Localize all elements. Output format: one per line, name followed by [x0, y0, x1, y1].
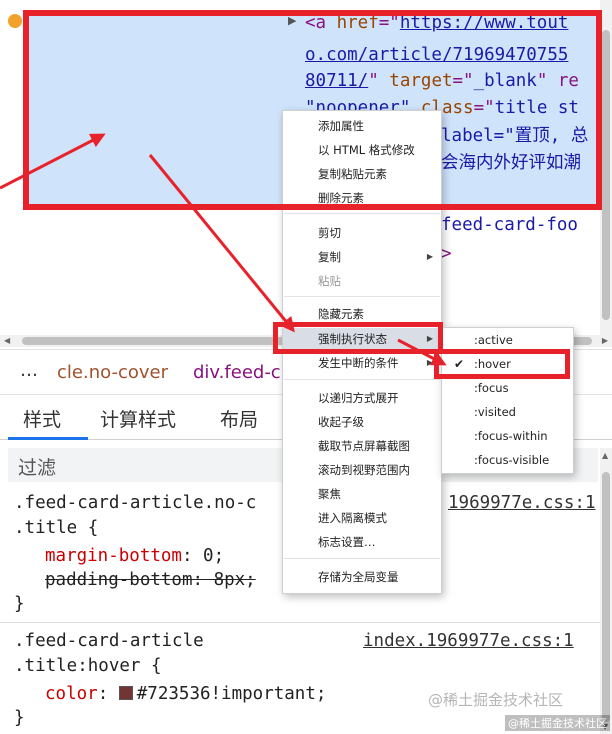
- elements-vertical-scroll-thumb[interactable]: [602, 30, 610, 320]
- tab-styles[interactable]: 样式: [23, 405, 61, 432]
- tab-layout[interactable]: 布局: [220, 405, 258, 432]
- rule2-source-link[interactable]: index.1969977e.css:1: [363, 629, 574, 654]
- state-focus-visible[interactable]: :focus-visible: [442, 448, 573, 472]
- watermark-corner: @稀土掘金技术社区: [505, 715, 610, 731]
- menu-item-copy[interactable]: 复制 ▶: [283, 246, 441, 268]
- menu-separator: [284, 558, 440, 559]
- active-tab-indicator: [8, 437, 88, 440]
- rule1-selector-line1[interactable]: .feed-card-article.no-c: [14, 491, 256, 516]
- watermark: @稀土掘金技术社区: [428, 691, 564, 709]
- rule1-declaration-padding-bottom[interactable]: padding-bottom: 8px;: [45, 568, 256, 593]
- menu-item-store-as-global-variable[interactable]: 存储为全局变量: [283, 566, 441, 588]
- breadcrumb-more[interactable]: …: [20, 360, 39, 381]
- menu-item-paste: 粘贴: [318, 274, 341, 288]
- annotation-box-selected-node: [23, 10, 602, 210]
- state-focus-within[interactable]: :focus-within: [442, 424, 573, 448]
- submenu-arrow-icon: ▶: [426, 252, 433, 261]
- html-line-7[interactable]: feed-card-foo: [441, 214, 578, 236]
- rule2-selector-line1[interactable]: .feed-card-article: [14, 629, 204, 654]
- tab-computed[interactable]: 计算样式: [100, 405, 176, 432]
- annotation-box-hover: [434, 349, 570, 379]
- menu-item-cut[interactable]: 剪切: [283, 222, 441, 244]
- breakpoint-dot-icon: [8, 14, 22, 28]
- state-visited[interactable]: :visited: [442, 400, 573, 424]
- menu-item-badge-settings[interactable]: 标志设置…: [283, 531, 441, 553]
- annotation-box-force-state: [273, 322, 443, 354]
- rule2-selector-line2[interactable]: .title:hover {: [14, 654, 162, 679]
- rule-divider: [0, 622, 600, 623]
- menu-item-expand-recursively[interactable]: 以递归方式展开: [283, 387, 441, 409]
- rule1-source-link[interactable]: 1969977e.css:1: [448, 491, 596, 516]
- color-swatch[interactable]: [118, 686, 133, 700]
- rule1-close-brace: }: [14, 594, 25, 614]
- rule2-close-brace: }: [14, 708, 25, 728]
- html-line-8[interactable]: >: [441, 243, 452, 265]
- scroll-right-arrow-icon[interactable]: ▶: [602, 336, 608, 345]
- filter-placeholder: 过滤: [18, 457, 57, 479]
- menu-item-break-on[interactable]: 发生中断的条件 ▶: [283, 352, 441, 374]
- rule1-selector-line2[interactable]: .title {: [14, 516, 98, 541]
- state-focus[interactable]: :focus: [442, 376, 573, 400]
- scroll-left-arrow-icon[interactable]: ◀: [4, 336, 10, 345]
- submenu-arrow-icon: ▶: [426, 358, 433, 367]
- rule1-declaration-margin-bottom[interactable]: margin-bottom: 0;: [45, 544, 224, 569]
- styles-scroll-thumb[interactable]: [602, 472, 610, 722]
- menu-separator: [284, 296, 440, 297]
- rule2-declaration-color[interactable]: color: #723536!important;: [45, 682, 326, 707]
- menu-item-enter-isolation-mode[interactable]: 进入隔离模式: [283, 507, 441, 529]
- styles-scrollbar[interactable]: ▲ ▼: [600, 448, 612, 734]
- menu-item-capture-node-screenshot[interactable]: 截取节点屏幕截图: [283, 435, 441, 457]
- menu-item-collapse-children[interactable]: 收起子级: [283, 411, 441, 433]
- menu-separator: [284, 379, 440, 380]
- menu-separator: [284, 213, 440, 214]
- menu-item-scroll-into-view[interactable]: 滚动到视野范围内: [283, 459, 441, 481]
- breadcrumb-item-div[interactable]: div.feed-c: [193, 362, 281, 383]
- menu-item-focus[interactable]: 聚焦: [283, 483, 441, 505]
- scroll-up-arrow-icon[interactable]: ▲: [602, 451, 608, 460]
- breadcrumb-item-article[interactable]: cle.no-cover: [57, 362, 168, 383]
